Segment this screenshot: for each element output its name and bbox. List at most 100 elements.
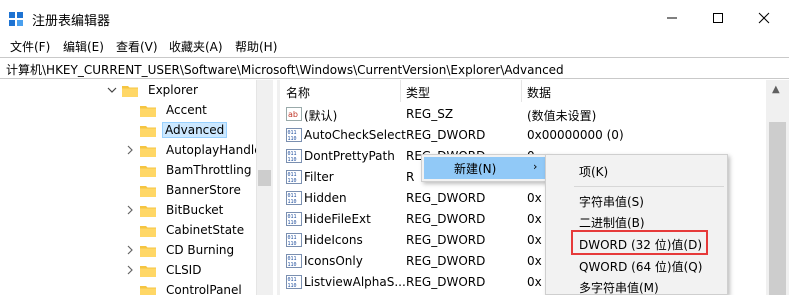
value-data: 0x (527, 191, 542, 205)
value-row[interactable]: ab (默认) REG_SZ (数值未设置) (280, 104, 760, 125)
string-value-icon: ab (286, 107, 302, 121)
value-name: (默认) (304, 109, 338, 123)
registry-editor-icon (9, 12, 23, 26)
binary-value-icon: 011 110 (286, 254, 302, 268)
expander-placeholder (124, 104, 136, 116)
tree-item[interactable]: ControlPanel (124, 280, 246, 295)
value-name: ListviewAlphaS... (304, 275, 406, 289)
tree-item-label: AutoplayHandler (166, 143, 267, 157)
menu-file[interactable]: 文件(F) (10, 38, 50, 55)
chevron-down-icon[interactable] (106, 84, 118, 96)
tree-scrollbar-thumb[interactable] (258, 170, 271, 186)
chevron-right-icon[interactable] (124, 244, 136, 256)
svg-text:110: 110 (288, 220, 297, 226)
tree-item[interactable]: BitBucket (124, 200, 227, 220)
minimize-button[interactable] (649, 0, 695, 36)
folder-icon (140, 124, 156, 137)
tree-item-label: CabinetState (166, 223, 245, 237)
value-name: Hidden (304, 191, 347, 205)
value-type: REG_DWORD (406, 128, 486, 142)
svg-text:110: 110 (288, 241, 297, 247)
tree-item[interactable]: AutoplayHandler (124, 140, 271, 160)
tree-item-label: CD Burning (166, 243, 235, 257)
value-data: 0x (527, 233, 542, 247)
tree-item[interactable]: CabinetState (124, 220, 248, 240)
svg-text:110: 110 (288, 136, 297, 142)
menu-favorites[interactable]: 收藏夹(A) (169, 38, 223, 55)
close-button[interactable] (741, 0, 787, 36)
tree-item[interactable]: Explorer (106, 80, 202, 100)
value-name: AutoCheckSelect (304, 128, 406, 142)
binary-value-icon: 011 110 (286, 128, 302, 142)
tree-item[interactable]: CLSID (124, 260, 205, 280)
tree-item-label: ControlPanel (166, 283, 242, 295)
folder-icon (140, 184, 156, 197)
value-type: REG_DWORD (406, 254, 486, 268)
submenu-item-binary-value[interactable]: 二进制值(B) (579, 214, 645, 231)
value-data: (数值未设置) (527, 109, 597, 123)
value-type: REG_DWORD (406, 212, 486, 226)
value-name: HideFileExt (304, 212, 371, 226)
value-name: HideIcons (304, 233, 363, 247)
menu-edit[interactable]: 编辑(E) (63, 38, 104, 55)
expander-placeholder (124, 224, 136, 236)
chevron-right-icon[interactable] (124, 204, 136, 216)
maximize-icon (713, 13, 723, 23)
binary-value-icon: 011 110 (286, 233, 302, 247)
tree-item[interactable]: BannerStore (124, 180, 245, 200)
folder-icon (140, 244, 156, 257)
folder-icon (140, 224, 156, 237)
value-type: REG_SZ (406, 107, 454, 121)
close-icon (758, 12, 770, 24)
menu-bar: 文件(F) 编辑(E) 查看(V) 收藏夹(A) 帮助(H) (0, 36, 789, 56)
submenu-item-key[interactable]: 项(K) (579, 163, 608, 180)
tree-item[interactable]: Advanced (124, 120, 228, 140)
binary-value-icon: 011 110 (286, 170, 302, 184)
tree-item-label: Advanced (162, 122, 228, 138)
tree-scrollbar[interactable] (256, 80, 273, 295)
tree-item[interactable]: Accent (124, 100, 211, 120)
title-bar: 注册表编辑器 (0, 0, 789, 36)
folder-icon (122, 84, 138, 97)
menu-separator (574, 186, 724, 187)
column-header-type[interactable]: 类型 (406, 84, 430, 101)
address-path[interactable]: 计算机\HKEY_CURRENT_USER\Software\Microsoft… (6, 61, 564, 78)
menu-view[interactable]: 查看(V) (116, 38, 158, 55)
key-tree[interactable]: Explorer Accent Advanced AutoplayHandler Bam… (0, 80, 272, 295)
svg-text:110: 110 (288, 199, 297, 205)
minimize-icon (667, 17, 677, 19)
window-title: 注册表编辑器 (32, 14, 111, 29)
value-row[interactable]: 011 110 AutoCheckSelect REG_DWORD 0x00000000… (280, 125, 760, 146)
svg-text:ab: ab (288, 110, 298, 119)
address-bar[interactable]: 计算机\HKEY_CURRENT_USER\Software\Microsoft… (0, 57, 789, 79)
column-header-data[interactable]: 数据 (527, 84, 551, 101)
expander-placeholder (124, 124, 136, 136)
value-type: REG_DWORD (406, 233, 486, 247)
svg-text:110: 110 (288, 283, 297, 289)
submenu-item-qword-value[interactable]: QWORD (64 位)值(Q) (579, 258, 702, 275)
tree-item[interactable]: CD Burning (124, 240, 238, 260)
svg-text:110: 110 (288, 262, 297, 268)
column-header-name[interactable]: 名称 (286, 84, 310, 101)
submenu-item-string-value[interactable]: 字符串值(S) (579, 193, 644, 210)
chevron-right-icon[interactable] (124, 144, 136, 156)
menu-help[interactable]: 帮助(H) (235, 38, 277, 55)
binary-value-icon: 011 110 (286, 275, 302, 289)
binary-value-icon: 011 110 (286, 212, 302, 226)
value-data: 0x (527, 212, 542, 226)
value-data: 0x (527, 275, 542, 289)
scroll-up-arrow-icon[interactable]: ▲ (772, 84, 780, 95)
tree-item-label: Explorer (148, 83, 198, 97)
maximize-button[interactable] (695, 0, 741, 36)
chevron-right-icon[interactable] (124, 264, 136, 276)
tree-item-label: Accent (166, 103, 207, 117)
submenu-item-multistring-value[interactable]: 多字符串值(M) (579, 279, 659, 295)
tree-item-label: BitBucket (166, 203, 224, 217)
column-divider[interactable] (400, 80, 401, 102)
svg-text:110: 110 (288, 178, 297, 184)
tree-item-label: CLSID (166, 263, 202, 277)
column-divider[interactable] (521, 80, 522, 102)
tree-item[interactable]: BamThrottling (124, 160, 256, 180)
list-scrollbar-thumb[interactable] (769, 122, 786, 295)
expander-placeholder (124, 184, 136, 196)
